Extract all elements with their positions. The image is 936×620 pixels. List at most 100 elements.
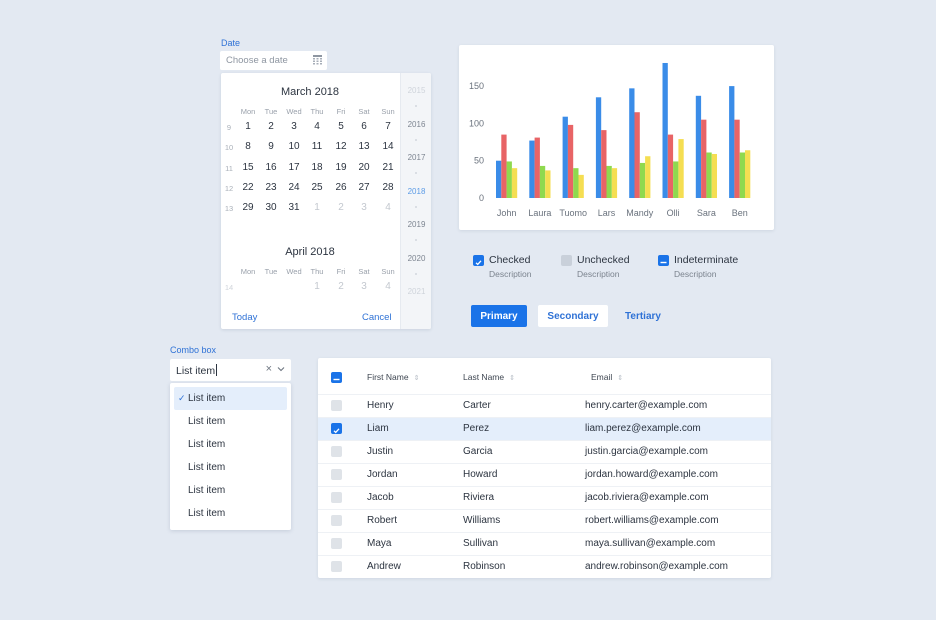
year-option[interactable]: 2021 — [401, 287, 431, 296]
year-option[interactable]: 2017 — [401, 153, 431, 162]
calendar-day[interactable]: 29 — [236, 202, 260, 213]
year-separator-dot — [415, 239, 417, 241]
calendar-day[interactable]: 7 — [376, 121, 400, 132]
sort-icon[interactable]: ⇕ — [414, 375, 420, 382]
year-option[interactable]: 2015 — [401, 86, 431, 95]
calendar-icon[interactable] — [313, 55, 322, 65]
calendar-day[interactable]: 5 — [329, 121, 353, 132]
year-option[interactable]: 2018 — [401, 187, 431, 196]
table-row[interactable]: Liam Perez liam.perez@example.com — [318, 417, 771, 440]
checkbox-checked-box[interactable] — [473, 255, 484, 266]
calendar-day[interactable]: 3 — [352, 202, 376, 213]
calendar-day[interactable]: 10 — [282, 141, 306, 152]
bar-sara-series-1 — [695, 95, 702, 198]
select-all-checkbox[interactable] — [331, 372, 342, 383]
year-option[interactable]: 2020 — [401, 254, 431, 263]
calendar-day[interactable]: 28 — [376, 182, 400, 193]
calendar-day[interactable]: 19 — [329, 162, 353, 173]
calendar-day[interactable]: 20 — [352, 162, 376, 173]
clear-icon[interactable]: × — [266, 363, 272, 375]
row-checkbox[interactable] — [331, 423, 342, 434]
row-checkbox[interactable] — [331, 515, 342, 526]
row-checkbox[interactable] — [331, 400, 342, 411]
calendar-day[interactable]: 6 — [352, 121, 376, 132]
calendar-day[interactable]: 3 — [352, 281, 376, 292]
x-tick-label: Tuomo — [559, 208, 587, 218]
calendar-day[interactable]: 14 — [376, 141, 400, 152]
calendar-day[interactable]: 12 — [329, 141, 353, 152]
year-option[interactable]: 2016 — [401, 120, 431, 129]
today-button[interactable]: Today — [232, 312, 257, 323]
row-checkbox[interactable] — [331, 538, 342, 549]
calendar-day[interactable]: 22 — [236, 182, 260, 193]
year-option[interactable]: 2019 — [401, 220, 431, 229]
year-scroller[interactable]: 2015 2016 2017 2018 2019 2020 2021 — [400, 73, 431, 329]
table-row[interactable]: Justin Garcia justin.garcia@example.com — [318, 440, 771, 463]
combo-box-option[interactable]: ✓ List item — [174, 387, 287, 410]
date-input[interactable]: Choose a date — [220, 51, 327, 70]
y-tick-label: 50 — [474, 156, 484, 166]
row-checkbox[interactable] — [331, 446, 342, 457]
calendar-day[interactable]: 26 — [329, 182, 353, 193]
table-row[interactable]: Henry Carter henry.carter@example.com — [318, 394, 771, 417]
calendar-day[interactable]: 23 — [259, 182, 283, 193]
row-checkbox[interactable] — [331, 469, 342, 480]
week-number: 13 — [224, 204, 234, 214]
column-header-first-name[interactable]: First Name ⇕ — [367, 372, 419, 382]
cell-last-name: Perez — [463, 423, 490, 434]
calendar-day[interactable]: 8 — [236, 141, 260, 152]
chevron-down-icon[interactable] — [277, 366, 285, 372]
table-row[interactable]: Andrew Robinson andrew.robinson@example.co… — [318, 555, 771, 578]
table-row[interactable]: Jacob Riviera jacob.riviera@example.com — [318, 486, 771, 509]
calendar-day[interactable]: 1 — [236, 121, 260, 132]
row-checkbox[interactable] — [331, 492, 342, 503]
combo-box-option[interactable]: List item — [174, 410, 287, 433]
calendar-day[interactable]: 16 — [259, 162, 283, 173]
calendar-day[interactable]: 2 — [329, 281, 353, 292]
column-header-email[interactable]: Email ⇕ — [591, 372, 623, 382]
bar-john-series-1 — [496, 160, 502, 198]
calendar-day[interactable]: 15 — [236, 162, 260, 173]
calendar-day[interactable]: 27 — [352, 182, 376, 193]
calendar-day[interactable]: 4 — [376, 281, 400, 292]
calendar-day[interactable]: 17 — [282, 162, 306, 173]
calendar-day[interactable]: 13 — [352, 141, 376, 152]
calendar-day[interactable]: 4 — [376, 202, 400, 213]
sort-icon[interactable]: ⇕ — [509, 375, 515, 382]
row-checkbox[interactable] — [331, 561, 342, 572]
sort-icon[interactable]: ⇕ — [617, 375, 623, 382]
checkbox-unchecked-box[interactable] — [561, 255, 572, 266]
cancel-button[interactable]: Cancel — [362, 312, 392, 323]
check-icon: ✓ — [178, 393, 186, 403]
table-row[interactable]: Jordan Howard jordan.howard@example.com — [318, 463, 771, 486]
combo-box-option[interactable]: List item — [174, 456, 287, 479]
table-row[interactable]: Maya Sullivan maya.sullivan@example.com — [318, 532, 771, 555]
calendar-day[interactable]: 18 — [305, 162, 329, 173]
calendar-day[interactable]: 30 — [259, 202, 283, 213]
calendar-day[interactable]: 11 — [305, 141, 329, 152]
calendar-day[interactable]: 1 — [305, 202, 329, 213]
secondary-button[interactable]: Secondary — [538, 305, 608, 327]
calendar-day[interactable]: 4 — [305, 121, 329, 132]
table-row[interactable]: Robert Williams robert.williams@example.co… — [318, 509, 771, 532]
combo-box-option[interactable]: List item — [174, 502, 287, 525]
calendar-day[interactable]: 21 — [376, 162, 400, 173]
calendar-day[interactable]: 9 — [259, 141, 283, 152]
column-header-last-name[interactable]: Last Name ⇕ — [463, 372, 515, 382]
calendar-day[interactable]: 2 — [259, 121, 283, 132]
calendar-day[interactable]: 1 — [305, 281, 329, 292]
tertiary-button[interactable]: Tertiary — [618, 305, 668, 327]
calendar-day[interactable]: 24 — [282, 182, 306, 193]
primary-button[interactable]: Primary — [471, 305, 527, 327]
calendar-day[interactable]: 31 — [282, 202, 306, 213]
combo-box-option[interactable]: List item — [174, 433, 287, 456]
cell-email: maya.sullivan@example.com — [585, 538, 716, 549]
combo-box-option[interactable]: List item — [174, 479, 287, 502]
calendar-day[interactable]: 25 — [305, 182, 329, 193]
month-title: April 2018 — [285, 246, 335, 258]
bar-tuomo-series-4 — [578, 174, 584, 198]
calendar-day[interactable]: 3 — [282, 121, 306, 132]
calendar-day[interactable]: 2 — [329, 202, 353, 213]
combo-box-input[interactable]: List item × — [170, 359, 291, 381]
checkbox-indeterminate-box[interactable] — [658, 255, 669, 266]
